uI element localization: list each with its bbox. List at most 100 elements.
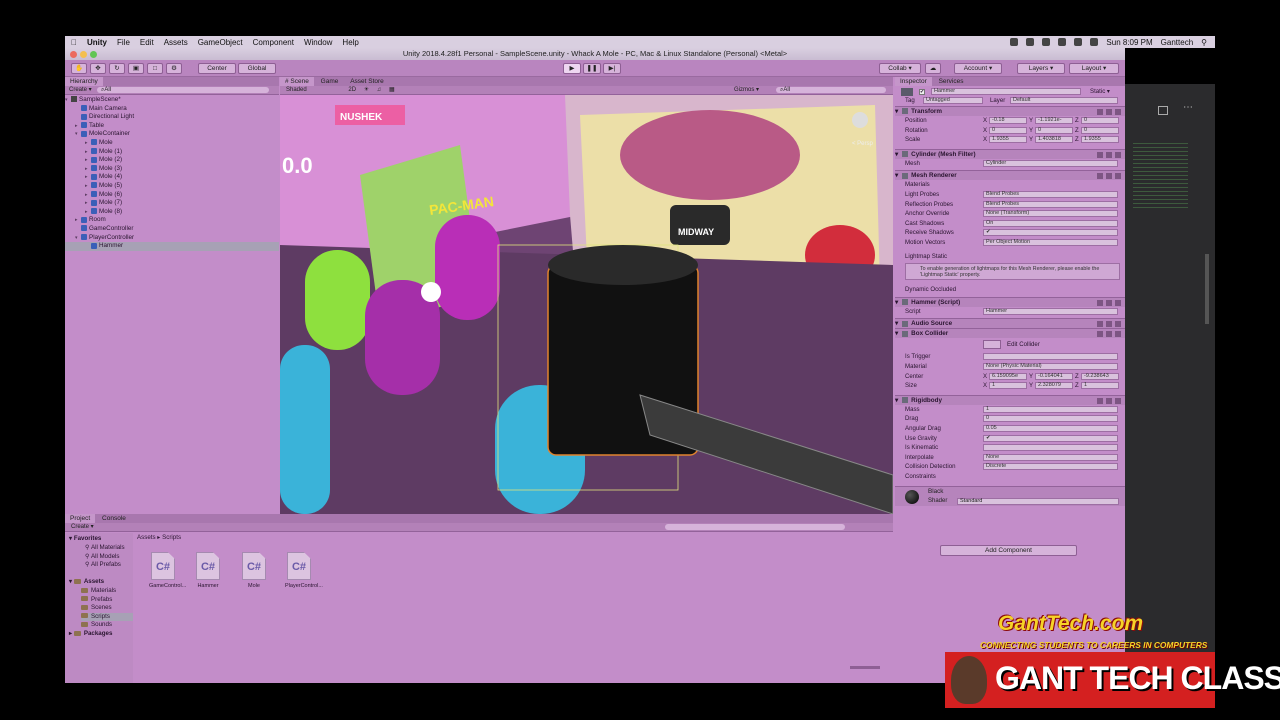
hierarchy-item[interactable]: GameController xyxy=(65,225,279,234)
pivot-global-button[interactable]: Global xyxy=(238,63,276,74)
zoom-icon[interactable] xyxy=(90,51,97,58)
y-field[interactable]: 1.403818 xyxy=(1035,136,1073,144)
z-field[interactable]: 0 xyxy=(1081,126,1119,134)
hierarchy-item[interactable]: ▾ PlayerController xyxy=(65,234,279,243)
close-icon[interactable] xyxy=(70,51,77,58)
scene-view[interactable]: # Scene Game Asset Store Shaded 2D ☀ ♫ ▦… xyxy=(280,77,893,514)
y-field[interactable]: -0.164041 xyxy=(1035,372,1073,380)
play-button[interactable]: ▶ xyxy=(563,63,581,74)
breadcrumb-assets[interactable]: Assets xyxy=(137,534,156,541)
x-field[interactable]: 1.9355 xyxy=(989,136,1027,144)
rotate-tool-icon[interactable]: ↻ xyxy=(109,63,125,74)
hierarchy-item[interactable]: ▸ Mole xyxy=(65,139,279,148)
hierarchy-item[interactable]: ▸ Mole (2) xyxy=(65,156,279,165)
preset-icon[interactable] xyxy=(1106,321,1112,328)
gear-icon[interactable] xyxy=(1115,109,1121,115)
x-field[interactable]: -0.18 xyxy=(989,117,1027,124)
account-button[interactable]: Account ▾ xyxy=(954,63,1002,74)
menu-assets[interactable]: Assets xyxy=(164,38,188,47)
cloud-icon[interactable]: ☁ xyxy=(925,63,941,74)
scale-tool-icon[interactable]: ▣ xyxy=(128,63,144,74)
preset-icon[interactable] xyxy=(1106,397,1112,404)
gear-icon[interactable] xyxy=(1115,397,1121,404)
foldout-arrow-icon[interactable]: ▾ xyxy=(895,108,898,115)
assets-folder[interactable]: ▾ Assets xyxy=(69,578,104,587)
hierarchy-item[interactable]: ▸ Mole (7) xyxy=(65,199,279,208)
gear-icon[interactable] xyxy=(1115,299,1121,306)
y-field[interactable]: -1.1921e- xyxy=(1035,117,1073,124)
field-value[interactable]: 0 xyxy=(983,415,1118,423)
breadcrumb-scripts[interactable]: Scripts xyxy=(162,534,181,541)
preset-icon[interactable] xyxy=(1106,299,1112,306)
tab-game[interactable]: Game xyxy=(316,77,344,86)
gear-icon[interactable] xyxy=(1115,173,1121,180)
wifi-icon[interactable] xyxy=(1074,38,1083,46)
collab-button[interactable]: Collab ▾ xyxy=(879,63,921,74)
zoom-slider[interactable] xyxy=(850,666,880,669)
gear-icon[interactable] xyxy=(1115,151,1121,158)
help-icon[interactable] xyxy=(1097,299,1103,306)
hierarchy-item[interactable]: Directional Light xyxy=(65,113,279,122)
menu-gameobject[interactable]: GameObject xyxy=(198,38,243,47)
tab-hierarchy[interactable]: Hierarchy xyxy=(65,77,103,86)
tab-services[interactable]: Services xyxy=(934,77,969,86)
x-field[interactable]: 6.159095e xyxy=(989,372,1027,380)
field-value[interactable]: None xyxy=(983,453,1118,461)
hand-tool-icon[interactable]: ✋ xyxy=(71,63,87,74)
field-value[interactable] xyxy=(983,353,1118,361)
hammer-script-component[interactable]: ▾ Hammer (Script) xyxy=(895,296,1125,307)
mesh-filter-component[interactable]: ▾ Cylinder (Mesh Filter) xyxy=(895,148,1125,159)
material-section[interactable]: Black Shader Standard xyxy=(895,485,1125,506)
field-value[interactable]: 1 xyxy=(983,405,1118,413)
preset-icon[interactable] xyxy=(1106,173,1112,180)
foldout-arrow-icon[interactable]: ▾ xyxy=(895,299,898,306)
folder-sounds[interactable]: Sounds xyxy=(81,621,112,630)
status-icon[interactable] xyxy=(1026,38,1035,46)
hierarchy-item[interactable]: ▾ MoleContainer xyxy=(65,130,279,139)
gear-icon[interactable] xyxy=(1115,321,1121,328)
field-value[interactable]: ✔ xyxy=(983,229,1118,237)
user-name[interactable]: Ganttech xyxy=(1161,38,1193,47)
favorite-all-models[interactable]: ⚲ All Models xyxy=(85,553,119,562)
apple-icon[interactable]:  xyxy=(71,38,77,47)
foldout-arrow-icon[interactable]: ▾ xyxy=(895,397,898,404)
field-value[interactable]: Hammer xyxy=(983,307,1118,315)
menu-edit[interactable]: Edit xyxy=(140,38,154,47)
help-icon[interactable] xyxy=(1097,109,1103,115)
mesh-renderer-component[interactable]: ▾ Mesh Renderer xyxy=(895,170,1125,181)
pause-button[interactable]: ❚❚ xyxy=(583,63,601,74)
packages-folder[interactable]: ▸ Packages xyxy=(69,630,112,639)
hierarchy-item[interactable]: ▸ Mole (8) xyxy=(65,208,279,217)
move-tool-icon[interactable]: ✥ xyxy=(90,63,106,74)
field-value[interactable]: None (Transform) xyxy=(983,210,1118,218)
favorite-all-materials[interactable]: ⚲ All Materials xyxy=(85,544,125,553)
help-icon[interactable] xyxy=(1097,173,1103,180)
scene-root[interactable]: ▾ SampleScene* xyxy=(65,96,279,105)
status-icon[interactable] xyxy=(1042,38,1051,46)
gear-icon[interactable] xyxy=(1115,331,1121,338)
folder-materials[interactable]: Materials xyxy=(81,587,116,596)
help-icon[interactable] xyxy=(1097,331,1103,338)
active-checkbox[interactable]: ✔ xyxy=(919,89,925,95)
hierarchy-item[interactable]: ▸ Table xyxy=(65,122,279,131)
tab-scene[interactable]: # Scene xyxy=(280,77,314,86)
search-icon[interactable]: ⚲ xyxy=(1201,38,1207,47)
favorite-all-prefabs[interactable]: ⚲ All Prefabs xyxy=(85,561,121,570)
create-button[interactable]: Create ▾ xyxy=(69,87,92,93)
script-asset[interactable]: C# PlayerControl... xyxy=(285,552,323,589)
menu-file[interactable]: File xyxy=(117,38,130,47)
field-value[interactable]: Blend Probes xyxy=(983,200,1118,208)
lighting-icon[interactable]: ☀ xyxy=(364,87,369,93)
minimize-icon[interactable] xyxy=(80,51,87,58)
z-field[interactable]: -9.238643 xyxy=(1081,372,1119,380)
foldout-arrow-icon[interactable]: ▾ xyxy=(895,151,898,158)
hierarchy-item[interactable]: ▸ Mole (1) xyxy=(65,148,279,157)
field-value[interactable]: 0.05 xyxy=(983,425,1118,432)
tab-project[interactable]: Project xyxy=(65,514,96,523)
split-view-icon[interactable] xyxy=(1158,106,1168,115)
folder-prefabs[interactable]: Prefabs xyxy=(81,596,112,605)
menu-help[interactable]: Help xyxy=(342,38,358,47)
shader-dropdown[interactable]: Standard xyxy=(957,497,1119,505)
project-search-input[interactable] xyxy=(665,524,845,530)
hierarchy-item[interactable]: Main Camera xyxy=(65,105,279,114)
